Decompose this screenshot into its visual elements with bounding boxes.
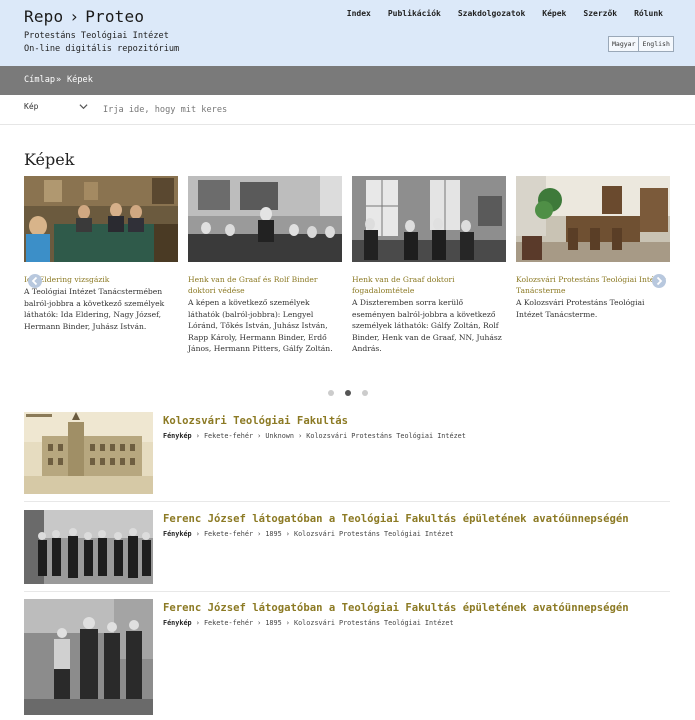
item-kind: Fénykép xyxy=(163,619,192,627)
breadcrumb: Címlap » Képek xyxy=(0,66,695,95)
carousel-dot[interactable] xyxy=(328,390,334,396)
card-photo xyxy=(188,176,342,262)
meta-separator: › xyxy=(195,432,200,440)
lang-hungarian-button[interactable]: Magyar xyxy=(609,37,638,51)
brand-repo: Repo xyxy=(24,7,64,26)
nav-publications[interactable]: Publikációk xyxy=(388,9,441,18)
item-photo xyxy=(24,510,153,584)
item-title[interactable]: Ferenc József látogatóban a Teológiai Fa… xyxy=(163,513,629,525)
meta-separator: › xyxy=(285,530,290,538)
carousel-card[interactable]: Henk van de Graaf doktori fogadalomtétel… xyxy=(352,176,506,355)
nav-about[interactable]: Rólunk xyxy=(634,9,663,18)
lang-english-button[interactable]: English xyxy=(638,37,672,51)
carousel-prev-button[interactable] xyxy=(28,274,42,288)
breadcrumb-separator: » xyxy=(56,75,62,85)
item-year: 1895 xyxy=(265,619,282,627)
card-title[interactable]: Ida Eldering vizsgázik xyxy=(24,274,178,285)
item-kind: Fénykép xyxy=(163,432,192,440)
meta-separator: › xyxy=(257,432,262,440)
carousel-card[interactable]: Henk van de Graaf és Rolf Binder doktori… xyxy=(188,176,342,355)
item-color: Fekete-fehér xyxy=(203,432,254,440)
search-input[interactable] xyxy=(103,103,663,117)
search-type-select[interactable]: Kép xyxy=(24,102,88,118)
image-carousel: Ida Eldering vizsgázik A Teológiai Intéz… xyxy=(24,176,670,366)
item-color: Fekete-fehér xyxy=(203,530,254,538)
list-divider xyxy=(24,501,670,502)
meta-separator: › xyxy=(285,619,290,627)
chevron-left-icon xyxy=(31,276,38,286)
list-divider xyxy=(24,591,670,592)
card-description: A Diszteremben sorra kerülő eseményen ba… xyxy=(352,298,502,354)
card-title[interactable]: Henk van de Graaf doktori fogadalomtétel… xyxy=(352,274,506,296)
item-source: Kolozsvári Protestáns Teológiai Intézet xyxy=(293,619,454,627)
card-title[interactable]: Kolozsvári Protestáns Teológiai Intézet … xyxy=(516,274,670,296)
card-photo xyxy=(352,176,506,262)
search-bar: Kép xyxy=(0,95,695,125)
item-meta: Fénykép › Fekete-fehér › 1895 › Kolozsvá… xyxy=(163,619,454,627)
site-tagline-repository: On-line digitális repozitórium xyxy=(24,44,180,54)
item-meta: Fénykép › Fekete-fehér › 1895 › Kolozsvá… xyxy=(163,530,454,538)
breadcrumb-current: Képek xyxy=(67,75,93,85)
chevron-down-icon xyxy=(79,102,88,113)
item-source: Kolozsvári Protestáns Teológiai Intézet xyxy=(293,530,454,538)
item-title[interactable]: Kolozsvári Teológiai Fakultás xyxy=(163,415,348,427)
nav-index[interactable]: Index xyxy=(347,9,371,18)
item-year: 1895 xyxy=(265,530,282,538)
nav-images[interactable]: Képek xyxy=(542,9,566,18)
carousel-pagination xyxy=(328,390,368,396)
item-meta: Fénykép › Fekete-fehér › Unknown › Koloz… xyxy=(163,432,466,440)
card-description: A Kolozsvári Protestáns Teológiai Intéze… xyxy=(516,298,645,319)
site-header: Repo › Proteo Protestáns Teológiai Intézet… xyxy=(0,0,695,66)
nav-authors[interactable]: Szerzők xyxy=(583,9,617,18)
carousel-dot[interactable] xyxy=(362,390,368,396)
search-type-value: Kép xyxy=(24,102,39,111)
nav-theses[interactable]: Szakdolgozatok xyxy=(458,9,525,18)
item-year: Unknown xyxy=(265,432,294,440)
card-photo xyxy=(24,176,178,262)
carousel-card[interactable]: Ida Eldering vizsgázik A Teológiai Intéz… xyxy=(24,176,178,332)
meta-separator: › xyxy=(257,530,262,538)
brand-proteo: Proteo xyxy=(85,7,145,26)
item-source: Kolozsvári Protestáns Teológiai Intézet xyxy=(306,432,466,440)
language-switcher: Magyar English xyxy=(608,36,674,52)
card-description: A Teológiai Intézet Tanácstermében balró… xyxy=(24,287,165,331)
card-photo xyxy=(516,176,670,262)
item-photo xyxy=(24,412,153,494)
card-description: A képen a következő személyek láthatók (… xyxy=(188,298,333,354)
list-item[interactable]: Ferenc József látogatóban a Teológiai Fa… xyxy=(24,510,670,584)
carousel-card[interactable]: Kolozsvári Protestáns Teológiai Intézet … xyxy=(516,176,670,320)
site-tagline-institution: Protestáns Teológiai Intézet xyxy=(24,31,169,41)
item-title[interactable]: Ferenc József látogatóban a Teológiai Fa… xyxy=(163,602,629,614)
meta-separator: › xyxy=(195,530,200,538)
site-brand[interactable]: Repo › Proteo xyxy=(24,7,144,26)
card-title[interactable]: Henk van de Graaf és Rolf Binder doktori… xyxy=(188,274,342,296)
carousel-next-button[interactable] xyxy=(652,274,666,288)
meta-separator: › xyxy=(195,619,200,627)
chevron-right-icon xyxy=(656,276,663,286)
list-item[interactable]: Kolozsvári Teológiai Fakultás Fénykép › … xyxy=(24,412,670,494)
item-kind: Fénykép xyxy=(163,530,192,538)
page-title: Képek xyxy=(24,150,75,169)
meta-separator: › xyxy=(298,432,303,440)
carousel-dot-active[interactable] xyxy=(345,390,351,396)
item-photo xyxy=(24,599,153,715)
brand-separator: › xyxy=(69,7,80,26)
breadcrumb-home-link[interactable]: Címlap xyxy=(24,75,55,85)
meta-separator: › xyxy=(257,619,262,627)
main-nav: Index Publikációk Szakdolgozatok Képek S… xyxy=(347,9,663,18)
item-color: Fekete-fehér xyxy=(203,619,254,627)
list-item[interactable]: Ferenc József látogatóban a Teológiai Fa… xyxy=(24,599,670,715)
